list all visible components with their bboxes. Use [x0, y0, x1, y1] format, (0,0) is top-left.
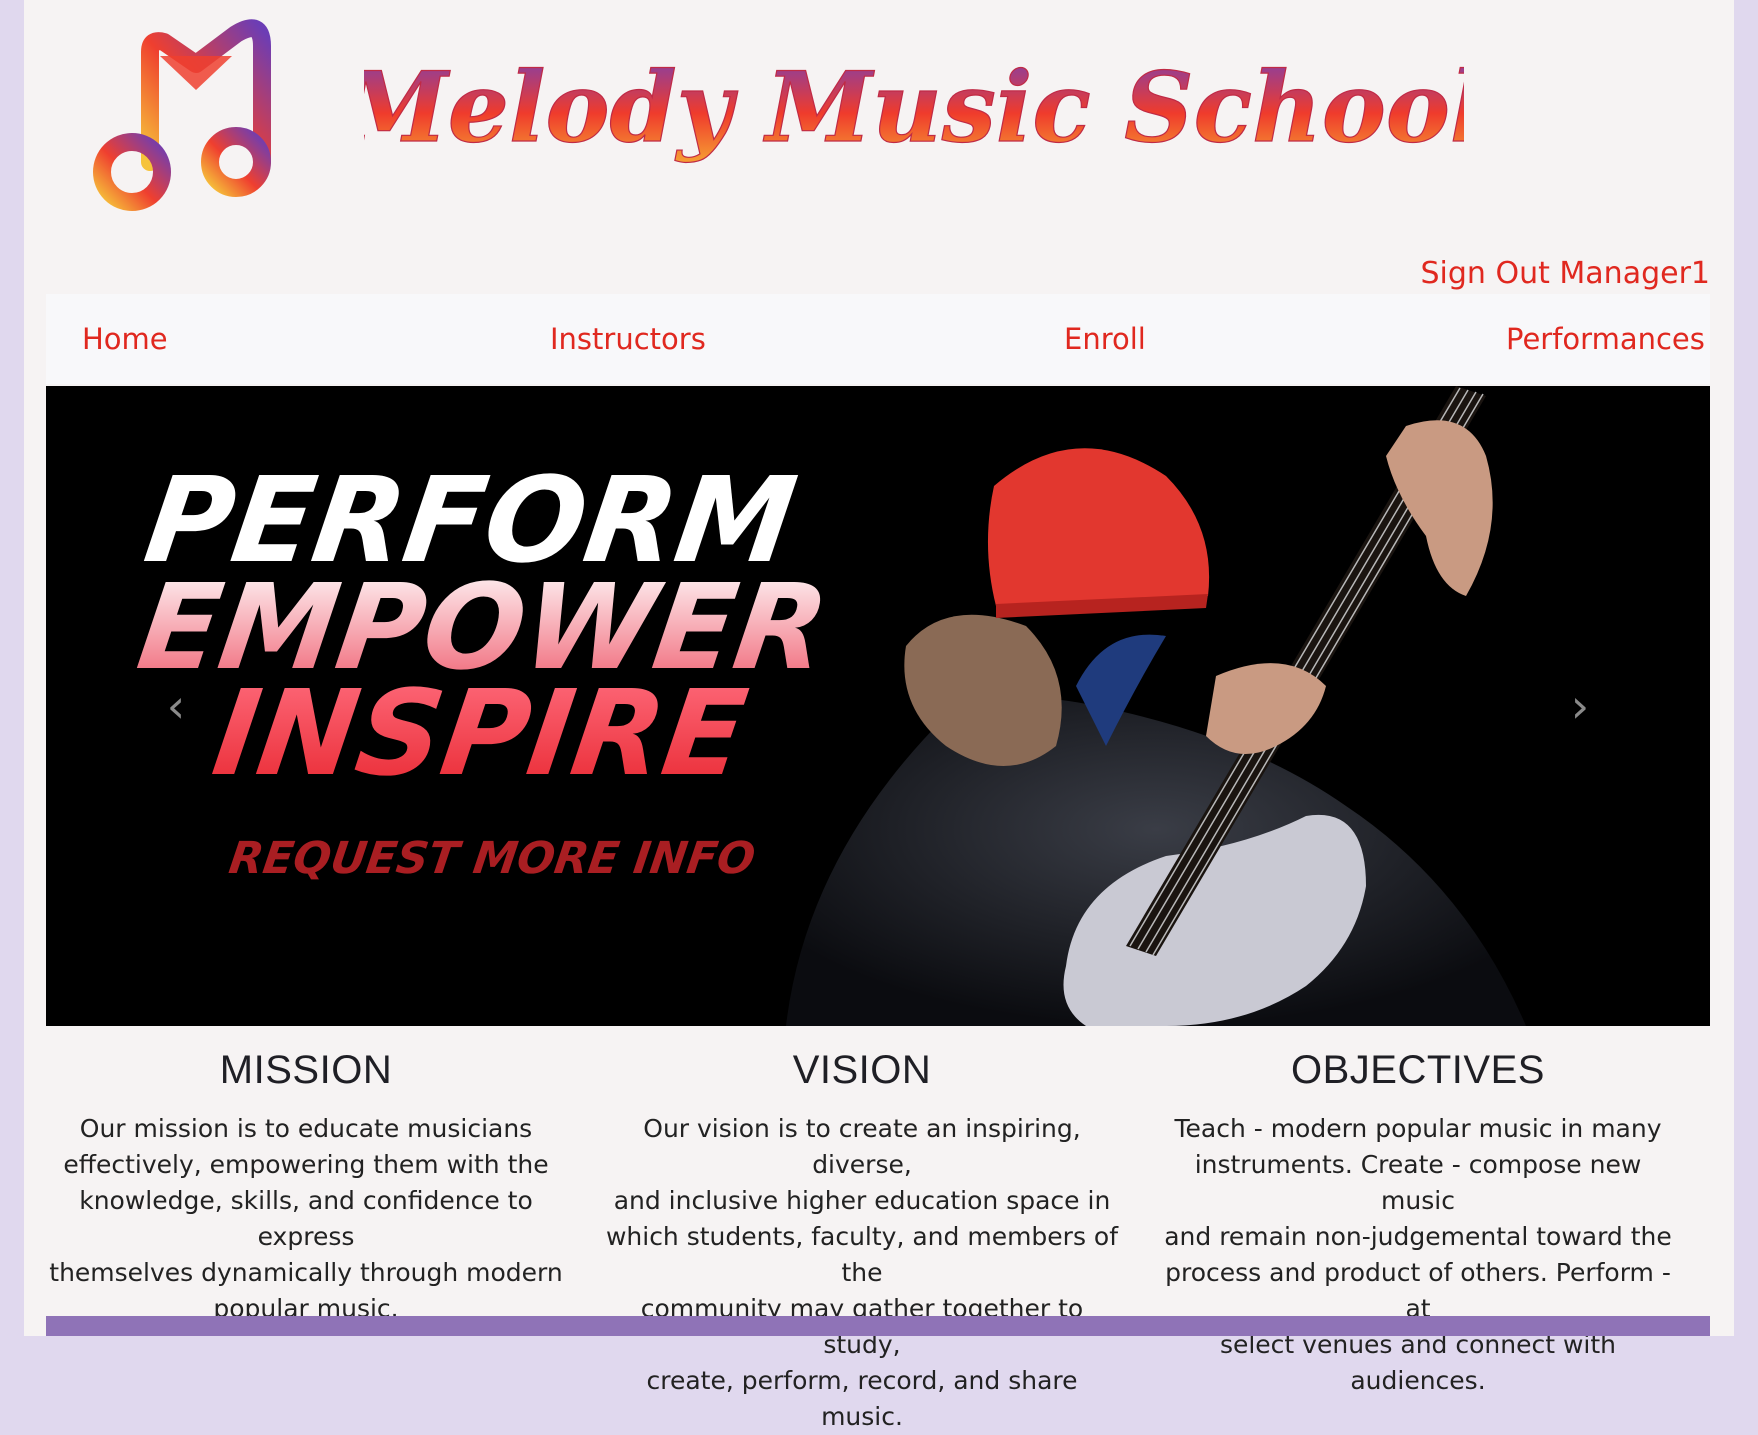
objectives-line: Teach - modern popular music in many	[1174, 1114, 1662, 1143]
carousel-prev-icon[interactable]: ‹	[156, 676, 196, 736]
sign-out-link[interactable]: Sign Out Manager1	[1421, 256, 1710, 291]
vision-line: create, perform, record, and share music…	[646, 1366, 1078, 1431]
mission-line: Our mission is to educate musicians	[79, 1114, 533, 1143]
hero-carousel: PERFORM EMPOWER INSPIRE REQUEST MORE INF…	[46, 386, 1710, 1026]
page: Melody Music School Sign Out Manager1 Ho…	[24, 0, 1734, 1431]
nav-enroll[interactable]: Enroll	[1064, 322, 1146, 356]
mission-line: effectively, empowering them with the	[63, 1150, 549, 1179]
brand-title-text: Melody Music School	[364, 51, 1464, 164]
vision-line: which students, faculty, and members of …	[605, 1222, 1119, 1287]
nav-performances[interactable]: Performances	[1506, 322, 1705, 356]
vision-section: VISION Our vision is to create an inspir…	[602, 1048, 1122, 1435]
objectives-text: Teach - modern popular music in many ins…	[1158, 1111, 1678, 1399]
objectives-section: OBJECTIVES Teach - modern popular music …	[1158, 1048, 1678, 1399]
carousel-next-icon[interactable]: ›	[1560, 676, 1600, 736]
mission-line: knowledge, skills, and confidence to exp…	[79, 1186, 533, 1251]
objectives-line: and remain non-judgemental toward the	[1164, 1222, 1672, 1251]
hero-image: PERFORM EMPOWER INSPIRE REQUEST MORE INF…	[130, 386, 1526, 1026]
vision-title: VISION	[792, 1048, 932, 1092]
vision-line: and inclusive higher education space in	[613, 1186, 1111, 1215]
mission-section: MISSION Our mission is to educate musici…	[46, 1048, 566, 1327]
music-note-logo-icon[interactable]	[86, 12, 286, 222]
objectives-line: select venues and connect with audiences…	[1219, 1330, 1617, 1395]
mission-line: themselves dynamically through modern	[49, 1258, 563, 1287]
objectives-line: process and product of others. Perform -…	[1165, 1258, 1671, 1323]
nav-home[interactable]: Home	[82, 322, 168, 356]
hero-cta-text: REQUEST MORE INFO	[226, 833, 758, 884]
brand-title: Melody Music School	[364, 50, 1464, 164]
vision-text: Our vision is to create an inspiring, di…	[602, 1111, 1122, 1435]
hero-line-inspire: INSPIRE	[206, 665, 755, 802]
mission-title: MISSION	[219, 1048, 393, 1092]
objectives-line: instruments. Create - compose new music	[1194, 1150, 1642, 1215]
nav-instructors[interactable]: Instructors	[550, 322, 706, 356]
vision-line: Our vision is to create an inspiring, di…	[643, 1114, 1081, 1179]
mission-text: Our mission is to educate musicians effe…	[46, 1111, 566, 1327]
footer-bar	[46, 1316, 1710, 1336]
main-nav: Home Instructors Enroll Performances	[46, 294, 1710, 384]
objectives-title: OBJECTIVES	[1291, 1048, 1545, 1092]
